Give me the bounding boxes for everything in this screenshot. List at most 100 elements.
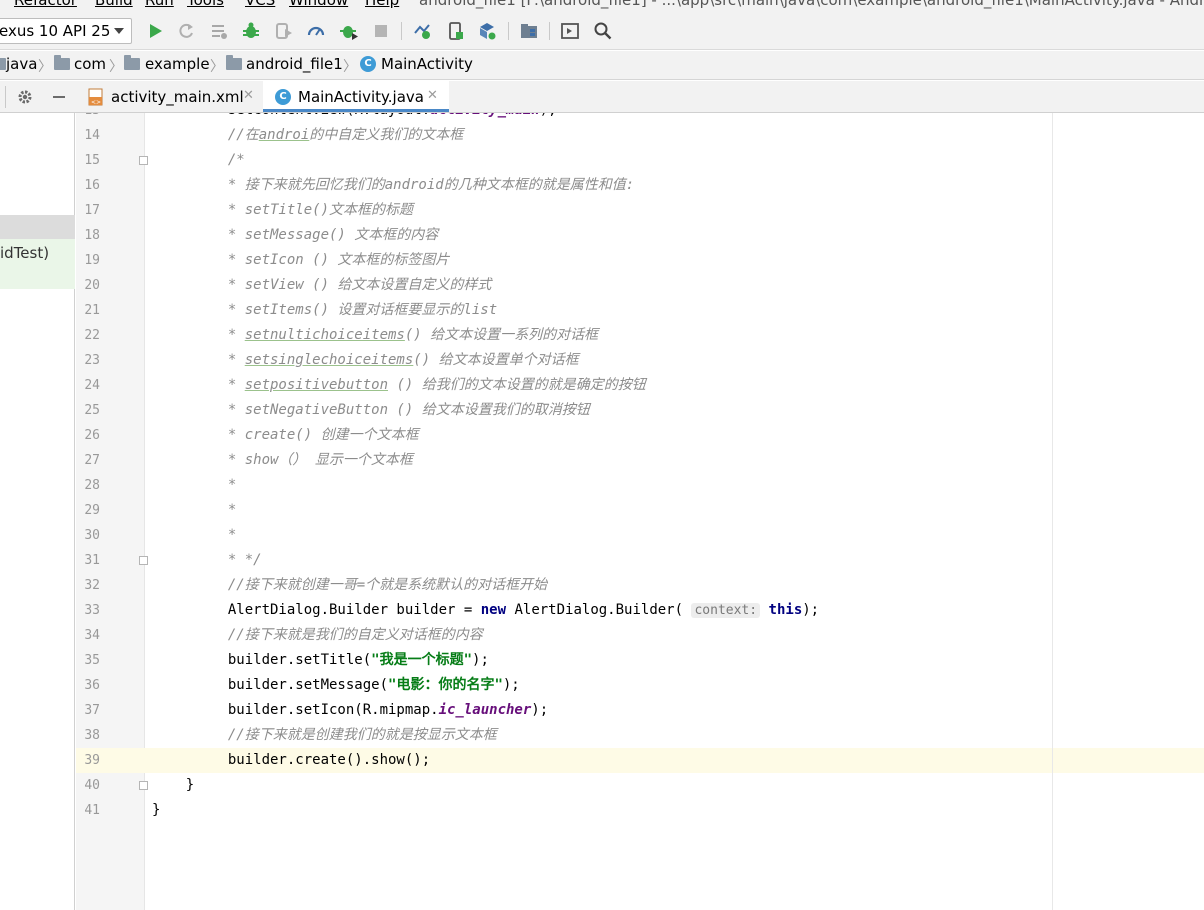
editor-tab-bar: <> activity_main.xml ✕ C MainActivity.ja… bbox=[0, 81, 1204, 113]
fold-marker-icon[interactable] bbox=[139, 156, 148, 165]
tab-activity-main-xml[interactable]: <> activity_main.xml ✕ bbox=[81, 81, 261, 112]
code-line[interactable]: //接下来就是我们的自定义对话框的内容 bbox=[152, 623, 483, 648]
line-number: 30 bbox=[84, 528, 100, 543]
xml-file-icon: <> bbox=[88, 88, 103, 106]
profile-icon[interactable] bbox=[306, 21, 326, 41]
code-line[interactable]: * setItems() 设置对话框要显示的list bbox=[152, 298, 497, 323]
project-structure-icon[interactable] bbox=[519, 21, 539, 41]
code-line[interactable]: builder.setMessage("电影：你的名字"); bbox=[152, 673, 520, 698]
line-number: 22 bbox=[84, 328, 100, 343]
line-number: 35 bbox=[84, 653, 100, 668]
code-line[interactable]: * create() 创建一个文本框 bbox=[152, 423, 419, 448]
run-icon[interactable] bbox=[145, 21, 165, 41]
fold-marker-icon[interactable] bbox=[139, 556, 148, 565]
chevron-right-icon: 〉 bbox=[38, 59, 52, 75]
line-number: 16 bbox=[84, 178, 100, 193]
toolbar-divider bbox=[549, 22, 550, 40]
breadcrumb-item-example[interactable]: example bbox=[145, 55, 210, 73]
breadcrumb-item-android-file1[interactable]: android_file1 bbox=[246, 55, 343, 73]
code-line[interactable]: } bbox=[152, 798, 160, 823]
line-number: 14 bbox=[84, 128, 100, 143]
fold-marker-icon[interactable] bbox=[139, 781, 148, 790]
search-icon[interactable] bbox=[593, 21, 613, 41]
chevron-right-icon: 〉 bbox=[343, 59, 357, 75]
code-line[interactable]: * setNegativeButton () 给文本设置我们的取消按钮 bbox=[152, 398, 590, 423]
apply-changes-icon[interactable] bbox=[209, 21, 229, 41]
menu-refactor[interactable]: Refactor bbox=[14, 0, 77, 9]
menu-window[interactable]: Window bbox=[289, 0, 348, 9]
close-icon[interactable]: ✕ bbox=[427, 88, 438, 103]
code-line[interactable]: builder.setIcon(R.mipmap.ic_launcher); bbox=[152, 698, 548, 723]
line-number: 27 bbox=[84, 453, 100, 468]
window-title: android_file1 [F:\android_file1] - ...\a… bbox=[419, 0, 1204, 9]
code-line[interactable]: builder.setTitle("我是一个标题"); bbox=[152, 648, 489, 673]
code-line[interactable]: * bbox=[152, 473, 236, 498]
code-line[interactable]: * setIcon () 文本框的标签图片 bbox=[152, 248, 450, 273]
line-number: 25 bbox=[84, 403, 100, 418]
menu-tools[interactable]: Tools bbox=[187, 0, 224, 9]
code-line[interactable]: //在androi的中自定义我们的文本框 bbox=[152, 123, 463, 148]
code-line[interactable]: //接下来就创建一哥=个就是系统默认的对话框开始 bbox=[152, 573, 547, 598]
menu-vcs[interactable]: VCS bbox=[245, 0, 275, 9]
line-number: 17 bbox=[84, 203, 100, 218]
code-line[interactable]: /* bbox=[152, 148, 245, 173]
attach-debugger-icon[interactable] bbox=[274, 21, 294, 41]
code-line[interactable]: * setpositivebutton () 给我们的文本设置的就是确定的按钮 bbox=[152, 373, 646, 398]
code-line[interactable]: * setMessage() 文本框的内容 bbox=[152, 223, 438, 248]
code-line[interactable]: builder.create().show(); bbox=[152, 748, 430, 773]
code-line[interactable]: * 接下来就先回忆我们的android的几种文本框的就是属性和值: bbox=[152, 173, 634, 198]
code-line[interactable]: * setsinglechoiceitems() 给文本设置单个对话框 bbox=[152, 348, 579, 373]
line-number: 31 bbox=[84, 553, 100, 568]
line-number: 37 bbox=[84, 703, 100, 718]
stop-icon[interactable] bbox=[371, 21, 391, 41]
line-number: 38 bbox=[84, 728, 100, 743]
debug-run-icon[interactable] bbox=[339, 21, 359, 41]
rerun-icon[interactable] bbox=[176, 21, 196, 41]
line-number: 40 bbox=[84, 778, 100, 793]
line-number: 20 bbox=[84, 278, 100, 293]
line-number: 15 bbox=[84, 153, 100, 168]
sync-gradle-icon[interactable] bbox=[412, 21, 432, 41]
breadcrumb-item-mainactivity[interactable]: MainActivity bbox=[381, 55, 473, 73]
chevron-right-icon: 〉 bbox=[210, 59, 224, 75]
line-number: 34 bbox=[84, 628, 100, 643]
menu-run[interactable]: Run bbox=[145, 0, 174, 9]
breadcrumb: java 〉 com 〉 example 〉 android_file1 〉 C… bbox=[0, 51, 1204, 80]
code-line[interactable]: * setTitle()文本框的标题 bbox=[152, 198, 413, 223]
line-number: 33 bbox=[84, 603, 100, 618]
code-line[interactable]: } bbox=[152, 773, 194, 798]
menu-help[interactable]: Help bbox=[365, 0, 399, 9]
menu-build[interactable]: Build bbox=[95, 0, 133, 9]
gear-icon[interactable] bbox=[17, 89, 33, 105]
line-number: 36 bbox=[84, 678, 100, 693]
code-line[interactable]: * bbox=[152, 498, 236, 523]
menu-bar: Refactor Build Run Tools VCS Window Help… bbox=[0, 0, 1204, 10]
folder-icon bbox=[124, 55, 140, 70]
code-line[interactable]: * show（） 显示一个文本框 bbox=[152, 448, 413, 473]
line-number: 29 bbox=[84, 503, 100, 518]
sdk-manager-icon[interactable] bbox=[477, 21, 497, 41]
code-line[interactable]: AlertDialog.Builder builder = new AlertD… bbox=[152, 598, 819, 623]
code-line[interactable]: * setnultichoiceitems() 给文本设置一系列的对话框 bbox=[152, 323, 598, 348]
code-line[interactable]: * bbox=[152, 523, 236, 548]
class-icon: C bbox=[360, 56, 376, 72]
line-number: 39 bbox=[84, 753, 100, 768]
tab-label: activity_main.xml bbox=[111, 88, 244, 106]
terminal-icon[interactable] bbox=[560, 21, 580, 41]
line-number: 32 bbox=[84, 578, 100, 593]
code-line[interactable]: * */ bbox=[152, 548, 262, 573]
close-icon[interactable]: ✕ bbox=[243, 88, 254, 103]
code-line[interactable]: * setView () 给文本设置自定义的样式 bbox=[152, 273, 492, 298]
panel-divider bbox=[5, 86, 6, 108]
avd-manager-icon[interactable] bbox=[445, 21, 465, 41]
line-number: 19 bbox=[84, 253, 100, 268]
breadcrumb-item-java[interactable]: java bbox=[6, 55, 37, 73]
folder-icon bbox=[54, 55, 70, 70]
code-line[interactable]: //接下来就是创建我们的就是按显示文本框 bbox=[152, 723, 497, 748]
debug-icon[interactable] bbox=[241, 21, 261, 41]
tab-mainactivity-java[interactable]: C MainActivity.java ✕ bbox=[263, 81, 449, 112]
device-selector[interactable]: exus 10 API 25 bbox=[0, 18, 132, 44]
breadcrumb-item-com[interactable]: com bbox=[74, 55, 106, 73]
tab-label: MainActivity.java bbox=[298, 88, 424, 106]
minimize-icon[interactable] bbox=[51, 89, 67, 105]
